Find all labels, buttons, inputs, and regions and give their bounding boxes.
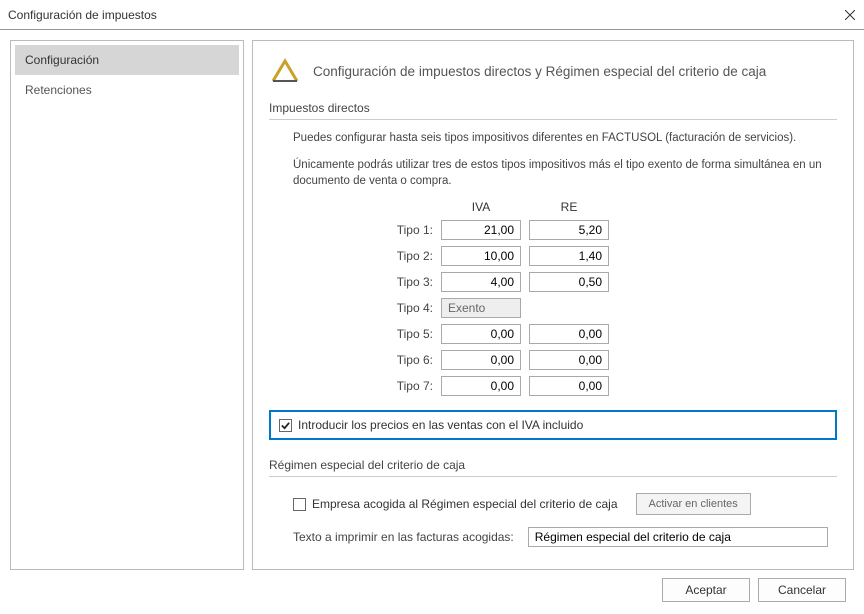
tax-agency-icon (269, 55, 301, 87)
tax-row: Tipo 2: (389, 246, 837, 266)
tax-row-label: Tipo 5: (389, 327, 433, 341)
acogida-checkbox[interactable] (293, 498, 306, 511)
tax-re-input[interactable] (529, 350, 609, 370)
tax-row: Tipo 5: (389, 324, 837, 344)
window-title: Configuración de impuestos (8, 8, 844, 22)
section-heading-regimen: Régimen especial del criterio de caja (269, 458, 837, 472)
tax-table: IVA RE Tipo 1: Tipo 2: Tipo 3: Tipo 4: Tipo … (389, 200, 837, 396)
main-panel: Configuración de impuestos directos y Ré… (252, 40, 854, 570)
tax-re-input[interactable] (529, 376, 609, 396)
intro-text-1: Puedes configurar hasta seis tipos impos… (293, 130, 831, 147)
tax-iva-input[interactable] (441, 246, 521, 266)
iva-included-checkbox-row[interactable]: Introducir los precios en las ventas con… (279, 418, 827, 432)
tax-re-input[interactable] (529, 246, 609, 266)
section-heading-directos: Impuestos directos (269, 101, 837, 115)
tax-row: Tipo 4: (389, 298, 837, 318)
tax-row: Tipo 1: (389, 220, 837, 240)
tax-row-label: Tipo 2: (389, 249, 433, 263)
iva-included-label: Introducir los precios en las ventas con… (298, 418, 583, 432)
tax-row-label: Tipo 6: (389, 353, 433, 367)
tax-row-label: Tipo 7: (389, 379, 433, 393)
activar-clientes-button[interactable]: Activar en clientes (636, 493, 751, 515)
close-icon[interactable] (844, 9, 856, 21)
acogida-label: Empresa acogida al Régimen especial del … (312, 497, 618, 511)
accept-button[interactable]: Aceptar (662, 578, 750, 602)
tax-iva-input[interactable] (441, 350, 521, 370)
tax-row-label: Tipo 3: (389, 275, 433, 289)
intro-text-2: Únicamente podrás utilizar tres de estos… (293, 157, 831, 190)
tax-re-input[interactable] (529, 272, 609, 292)
tax-re-input[interactable] (529, 220, 609, 240)
texto-field[interactable] (528, 527, 828, 547)
tax-re-input[interactable] (529, 324, 609, 344)
tax-row-label: Tipo 4: (389, 301, 433, 315)
tax-iva-input[interactable] (441, 324, 521, 344)
sidebar-item-retenciones[interactable]: Retenciones (15, 75, 239, 105)
tax-iva-input[interactable] (441, 220, 521, 240)
tax-row: Tipo 7: (389, 376, 837, 396)
iva-included-callout: Introducir los precios en las ventas con… (269, 410, 837, 440)
sidebar-item-configuracion[interactable]: Configuración (15, 45, 239, 75)
acogida-checkbox-row[interactable]: Empresa acogida al Régimen especial del … (293, 497, 618, 511)
col-header-re: RE (529, 200, 609, 214)
divider (269, 476, 837, 477)
page-title: Configuración de impuestos directos y Ré… (313, 64, 766, 79)
divider (269, 119, 837, 120)
cancel-button[interactable]: Cancelar (758, 578, 846, 602)
tax-iva-input[interactable] (441, 272, 521, 292)
tax-iva-input[interactable] (441, 376, 521, 396)
tax-row: Tipo 3: (389, 272, 837, 292)
sidebar: Configuración Retenciones (10, 40, 244, 570)
tax-row-label: Tipo 1: (389, 223, 433, 237)
tax-row: Tipo 6: (389, 350, 837, 370)
tax-iva-input (441, 298, 521, 318)
texto-label: Texto a imprimir en las facturas acogida… (293, 530, 514, 544)
col-header-iva: IVA (441, 200, 521, 214)
iva-included-checkbox[interactable] (279, 419, 292, 432)
